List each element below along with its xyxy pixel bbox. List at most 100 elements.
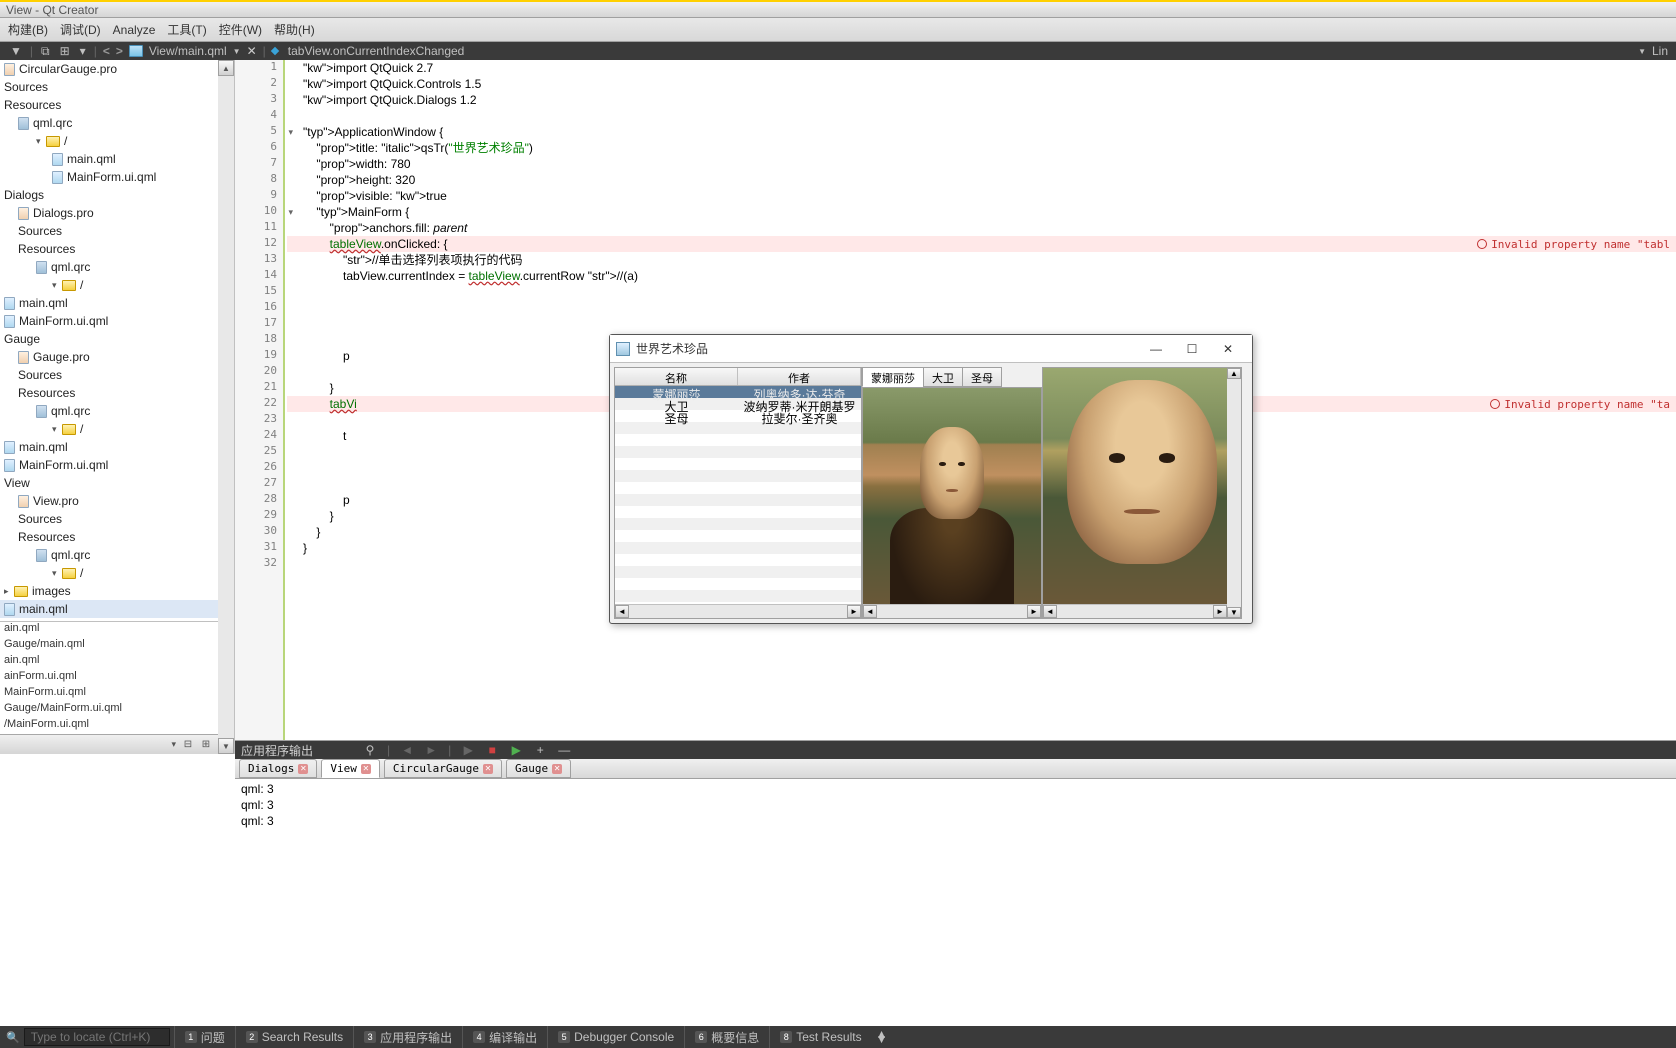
table-row[interactable]: 大卫波纳罗蒂·米开朗基罗 [615, 398, 861, 410]
output-next[interactable]: ► [424, 743, 438, 757]
app-titlebar[interactable]: 世界艺术珍品 — ☐ ✕ [610, 335, 1252, 363]
config-dropdown[interactable]: ▾ [171, 739, 176, 750]
tree-item[interactable]: Dialogs.pro [0, 204, 218, 222]
output-tab[interactable]: Dialogs✕ [239, 759, 317, 778]
sync-icon[interactable]: ⊟ [182, 739, 194, 751]
nav-forward[interactable]: > [116, 44, 123, 58]
code-editor[interactable]: 12345▾678910▾1112▾13141516171819202122▾2… [235, 60, 1676, 754]
menu-Analyze[interactable]: Analyze [107, 19, 162, 41]
tree-item[interactable]: MainForm.ui.qml [0, 456, 218, 474]
close-file[interactable]: ✕ [247, 44, 257, 58]
open-doc[interactable]: Gauge/MainForm.ui.qml [0, 702, 218, 718]
tree-item[interactable]: Sources [0, 510, 218, 528]
tree-item[interactable]: qml.qrc [0, 546, 218, 564]
nav-back[interactable]: < [103, 44, 110, 58]
scroll-right-button[interactable]: ► [847, 605, 861, 618]
open-doc[interactable]: ain.qml [0, 654, 218, 670]
scroll-left-button[interactable]: ◄ [615, 605, 629, 618]
toggle-icon[interactable]: ▾ [78, 44, 88, 58]
open-doc[interactable]: MainForm.ui.qml [0, 686, 218, 702]
file-dropdown-icon[interactable]: ▼ [233, 47, 241, 56]
tree-item[interactable]: Gauge.pro [0, 348, 218, 366]
status-item[interactable]: 8Test Results [769, 1026, 871, 1048]
tree-item[interactable]: qml.qrc [0, 114, 218, 132]
output-tab[interactable]: View✕ [321, 759, 380, 778]
tree-item[interactable]: Resources [0, 240, 218, 258]
menu-工具(T)[interactable]: 工具(T) [161, 19, 212, 41]
table-header-name[interactable]: 名称 [615, 368, 738, 385]
open-doc[interactable]: ain.qml [0, 622, 218, 638]
tree-item[interactable]: qml.qrc [0, 258, 218, 276]
tree-item[interactable]: MainForm.ui.qml [0, 168, 218, 186]
locate-input[interactable] [24, 1028, 170, 1046]
tree-item[interactable]: Dialogs [0, 186, 218, 204]
status-item[interactable]: 1问题 [174, 1026, 235, 1048]
tree-item[interactable]: MainForm.ui.qml [0, 312, 218, 330]
tree-item[interactable]: main.qml [0, 150, 218, 168]
split-icon[interactable]: ⊞ [200, 739, 212, 751]
filter-icon[interactable]: ▼ [8, 44, 24, 58]
table-header-author[interactable]: 作者 [738, 368, 861, 385]
tab[interactable]: 大卫 [923, 367, 963, 387]
scroll-up-button[interactable]: ▲ [218, 60, 234, 76]
tree-item[interactable]: View [0, 474, 218, 492]
status-item[interactable]: 3应用程序输出 [353, 1026, 462, 1048]
detail-vscroll[interactable]: ▲▼ [1227, 368, 1241, 618]
tree-item[interactable]: Sources [0, 78, 218, 96]
maximize-button[interactable]: ☐ [1174, 337, 1210, 361]
menu-控件(W)[interactable]: 控件(W) [213, 19, 268, 41]
tree-item[interactable]: Resources [0, 528, 218, 546]
close-icon[interactable]: ✕ [552, 764, 562, 774]
tree-item[interactable]: qml.qrc [0, 402, 218, 420]
tree-item[interactable]: ▾/ [0, 564, 218, 582]
tree-item[interactable]: Resources [0, 96, 218, 114]
run-icon[interactable]: ▶ [461, 743, 475, 757]
menu-帮助(H)[interactable]: 帮助(H) [268, 19, 321, 41]
close-icon[interactable]: ✕ [361, 764, 371, 774]
tree-item[interactable]: Resources [0, 384, 218, 402]
add-icon[interactable]: + [533, 743, 547, 757]
scroll-down-button[interactable]: ▼ [218, 738, 234, 754]
tree-item[interactable]: main.qml [0, 600, 218, 618]
close-button[interactable]: ✕ [1210, 337, 1246, 361]
detail-hscroll[interactable]: ◄► [1043, 604, 1227, 618]
tree-item[interactable]: Sources [0, 366, 218, 384]
output-tab[interactable]: Gauge✕ [506, 759, 571, 778]
open-doc[interactable]: Gauge/main.qml [0, 638, 218, 654]
current-function[interactable]: tabView.onCurrentIndexChanged [288, 44, 465, 58]
split-icon[interactable]: ⊞ [58, 44, 72, 58]
tree-item[interactable]: Gauge [0, 330, 218, 348]
minimize-button[interactable]: — [1138, 337, 1174, 361]
output-prev[interactable]: ◄ [400, 743, 414, 757]
output-tab[interactable]: CircularGauge✕ [384, 759, 502, 778]
tree-item[interactable]: main.qml [0, 438, 218, 456]
output-filter-icon[interactable]: ⚲ [363, 743, 377, 757]
tree-item[interactable]: View.pro [0, 492, 218, 510]
menu-调试(D)[interactable]: 调试(D) [54, 19, 107, 41]
tree-item[interactable]: main.qml [0, 294, 218, 312]
sidebar-scrollbar[interactable]: ▲ ▼ [218, 60, 234, 754]
open-doc[interactable]: /MainForm.ui.qml [0, 718, 218, 734]
current-file[interactable]: View/main.qml [149, 44, 227, 58]
status-item[interactable]: 2Search Results [235, 1026, 353, 1048]
tab[interactable]: 圣母 [962, 367, 1002, 387]
link-icon[interactable]: ⧉ [39, 44, 52, 59]
tree-item[interactable]: ▾/ [0, 132, 218, 150]
status-item[interactable]: 5Debugger Console [547, 1026, 684, 1048]
tree-item[interactable]: ▸images [0, 582, 218, 600]
tree-item[interactable]: ▾/ [0, 420, 218, 438]
open-doc[interactable]: ainForm.ui.qml [0, 670, 218, 686]
status-item[interactable]: 6概要信息 [684, 1026, 769, 1048]
menu-构建(B)[interactable]: 构建(B) [2, 19, 54, 41]
close-icon[interactable]: ✕ [298, 764, 308, 774]
remove-icon[interactable]: — [557, 743, 571, 757]
table-row[interactable]: 圣母拉斐尔·圣齐奥 [615, 410, 861, 422]
table-hscroll[interactable]: ◄ ► [615, 604, 861, 618]
stop-icon[interactable]: ■ [485, 743, 499, 757]
status-updown-icon[interactable]: ▲▼ [876, 1032, 888, 1042]
status-item[interactable]: 4编译输出 [462, 1026, 547, 1048]
tree-item[interactable]: CircularGauge.pro [0, 60, 218, 78]
art-table[interactable]: 名称 作者 蒙娜丽莎列奥纳多·达·芬奇大卫波纳罗蒂·米开朗基罗圣母拉斐尔·圣齐奥… [614, 367, 862, 619]
debug-icon[interactable]: ▶ [509, 743, 523, 757]
image-hscroll[interactable]: ◄► [863, 604, 1041, 618]
